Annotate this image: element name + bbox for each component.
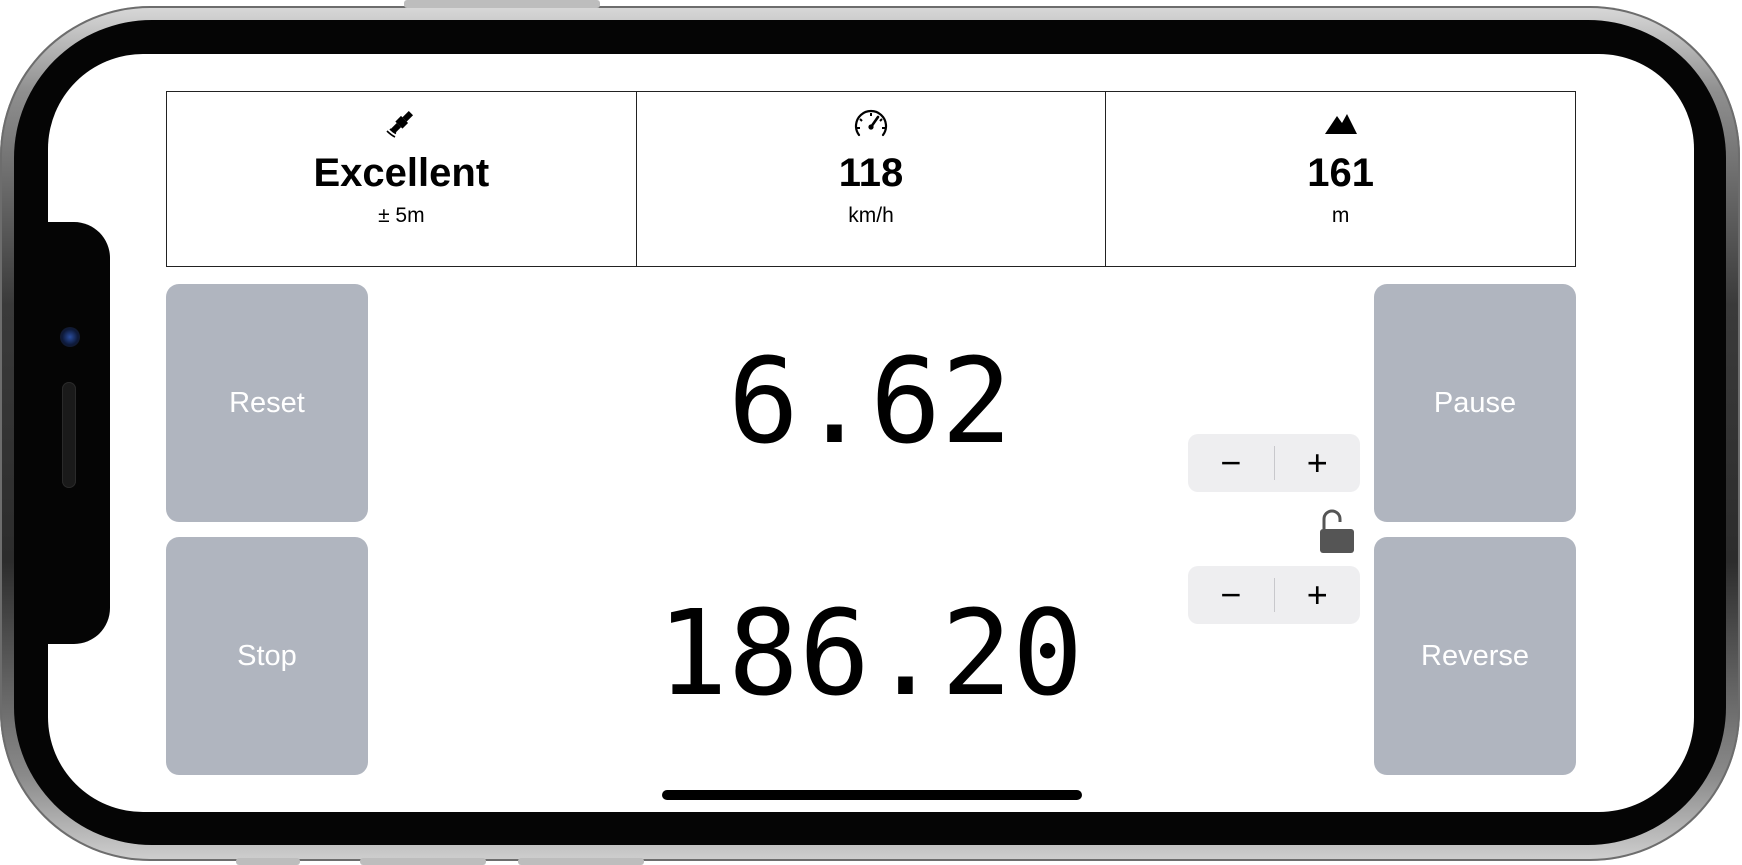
stop-button[interactable]: Stop (166, 537, 368, 775)
status-panel: Excellent ± 5m 118 km/h 161 m (166, 91, 1576, 267)
device-frame: Excellent ± 5m 118 km/h 161 m Reset Stop… (0, 0, 1742, 865)
gps-accuracy-cell: Excellent ± 5m (167, 92, 636, 266)
mountain-icon (1323, 106, 1359, 140)
top-increment-button[interactable]: + (1275, 434, 1361, 492)
side-button-left-3 (518, 858, 644, 865)
bottom-adjust-stepper: − + (1188, 566, 1360, 624)
side-button-left-1 (236, 858, 300, 865)
speedometer-icon (851, 106, 891, 140)
speed-unit-label: km/h (848, 204, 894, 227)
reset-button[interactable]: Reset (166, 284, 368, 522)
top-decrement-button[interactable]: − (1188, 434, 1274, 492)
gps-accuracy-label: ± 5m (378, 204, 425, 227)
pause-button[interactable]: Pause (1374, 284, 1576, 522)
bottom-decrement-button[interactable]: − (1188, 566, 1274, 624)
gps-quality-value: Excellent (313, 151, 490, 195)
home-indicator[interactable] (662, 790, 1082, 800)
altitude-cell: 161 m (1105, 92, 1575, 266)
side-button-left-2 (360, 858, 486, 865)
top-adjust-stepper: − + (1188, 434, 1360, 492)
speed-value: 118 (838, 151, 904, 195)
altitude-value: 161 (1307, 151, 1375, 195)
unlocked-padlock-icon[interactable] (1318, 505, 1356, 560)
reverse-button[interactable]: Reverse (1374, 537, 1576, 775)
satellite-icon (383, 106, 419, 140)
earpiece-speaker (62, 382, 76, 488)
sensor-notch (48, 222, 110, 644)
altitude-unit-label: m (1331, 204, 1350, 227)
bottom-increment-button[interactable]: + (1275, 566, 1361, 624)
side-button-top (404, 0, 600, 8)
speed-cell: 118 km/h (635, 92, 1106, 266)
front-camera (60, 327, 80, 347)
